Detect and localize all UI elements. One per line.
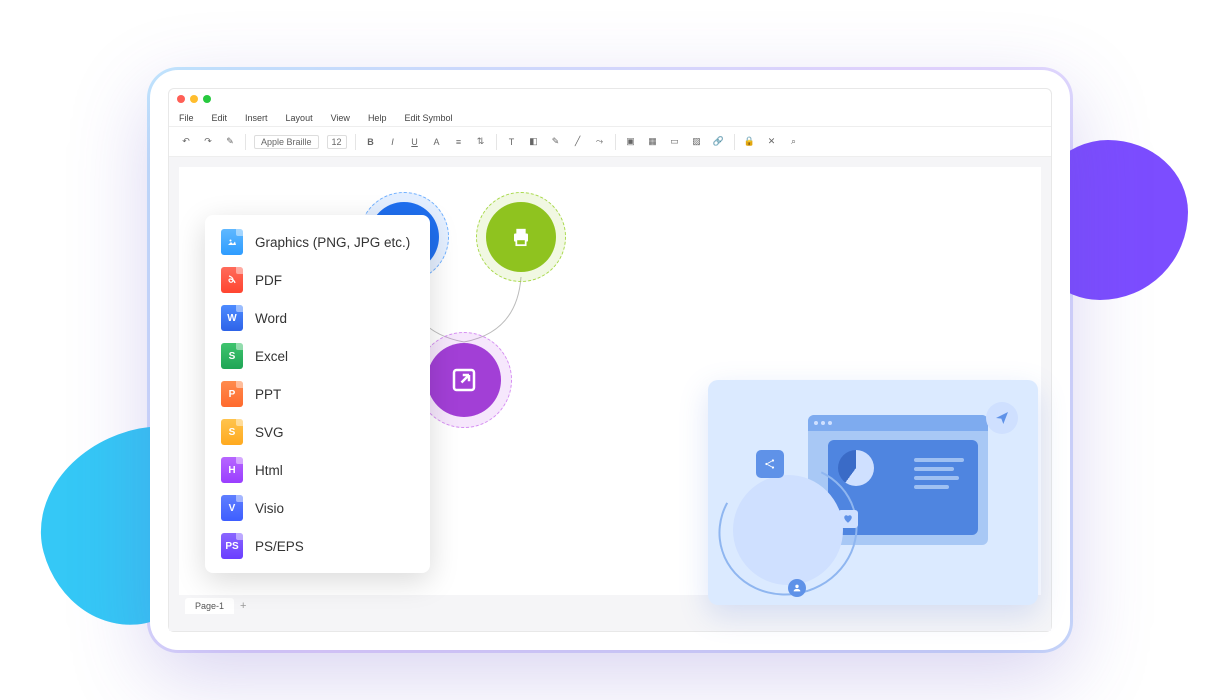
print-node[interactable] [486,202,556,272]
format-painter-icon[interactable]: ✎ [223,135,237,149]
close-dot[interactable] [177,95,185,103]
illustration-card [708,380,1038,605]
connector-tool-icon[interactable]: ⤳ [593,135,607,149]
export-ppt[interactable]: P PPT [205,375,430,413]
text-tool-icon[interactable]: T [505,135,519,149]
underline-button[interactable]: U [408,135,422,149]
export-excel[interactable]: S Excel [205,337,430,375]
export-menu: Graphics (PNG, JPG etc.) PDF W Word S Ex… [205,215,430,573]
excel-file-icon: S [221,343,243,369]
menubar: File Edit Insert Layout View Help Edit S… [169,109,1051,127]
export-ps-label: PS/EPS [255,539,304,554]
share-badge-icon [756,450,784,478]
export-ps[interactable]: PS PS/EPS [205,527,430,565]
font-family-select[interactable]: Apple Braille [254,135,319,149]
undo-icon[interactable]: ↶ [179,135,193,149]
window-titlebar [169,89,1051,109]
pen-tool-icon[interactable]: ✎ [549,135,563,149]
toolbar: ↶ ↷ ✎ Apple Braille 12 B I U A ≡ ⇅ T ◧ ✎… [169,127,1051,157]
export-word-label: Word [255,311,287,326]
export-word[interactable]: W Word [205,299,430,337]
font-size-input[interactable]: 12 [327,135,347,149]
shape-tool-icon[interactable]: ▨ [690,135,704,149]
line-tool-icon[interactable]: ╱ [571,135,585,149]
pie-chart-icon [838,450,874,486]
table-tool-icon[interactable]: ▦ [646,135,660,149]
menu-insert[interactable]: Insert [245,113,268,123]
menu-edit-symbol[interactable]: Edit Symbol [404,113,452,123]
export-excel-label: Excel [255,349,288,364]
export-svg[interactable]: S SVG [205,413,430,451]
export-pdf[interactable]: PDF [205,261,430,299]
export-visio[interactable]: V Visio [205,489,430,527]
add-page-button[interactable]: + [240,600,246,612]
tab-page-1[interactable]: Page-1 [185,598,234,614]
heart-badge-icon [838,510,858,528]
word-file-icon: W [221,305,243,331]
printer-icon [507,223,535,251]
minimize-dot[interactable] [190,95,198,103]
image-file-icon [221,229,243,255]
ppt-file-icon: P [221,381,243,407]
export-svg-label: SVG [255,425,284,440]
menu-file[interactable]: File [179,113,194,123]
pdf-file-icon [221,267,243,293]
bold-button[interactable]: B [364,135,378,149]
settings-icon[interactable]: ✕ [765,135,779,149]
container-tool-icon[interactable]: ▭ [668,135,682,149]
image-tool-icon[interactable]: ▣ [624,135,638,149]
export-visio-label: Visio [255,501,284,516]
link-tool-icon[interactable]: 🔗 [712,135,726,149]
text-color-button[interactable]: A [430,135,444,149]
menu-edit[interactable]: Edit [212,113,228,123]
export-ppt-label: PPT [255,387,281,402]
menu-help[interactable]: Help [368,113,387,123]
align-button[interactable]: ≡ [452,135,466,149]
spacing-button[interactable]: ⇅ [474,135,488,149]
export-pdf-label: PDF [255,273,282,288]
html-file-icon: H [221,457,243,483]
export-html[interactable]: H Html [205,451,430,489]
export-graphics[interactable]: Graphics (PNG, JPG etc.) [205,223,430,261]
redo-icon[interactable]: ↷ [201,135,215,149]
export-html-label: Html [255,463,283,478]
export-icon [449,365,479,395]
menu-view[interactable]: View [331,113,350,123]
send-badge-icon [986,402,1018,434]
maximize-dot[interactable] [203,95,211,103]
svg-file-icon: S [221,419,243,445]
italic-button[interactable]: I [386,135,400,149]
export-node[interactable] [427,343,501,417]
visio-file-icon: V [221,495,243,521]
user-badge-icon [788,579,806,597]
lock-icon[interactable]: 🔒 [743,135,757,149]
search-icon[interactable]: ⌕ [787,135,801,149]
ps-file-icon: PS [221,533,243,559]
menu-layout[interactable]: Layout [286,113,313,123]
fill-tool-icon[interactable]: ◧ [527,135,541,149]
export-graphics-label: Graphics (PNG, JPG etc.) [255,235,410,250]
